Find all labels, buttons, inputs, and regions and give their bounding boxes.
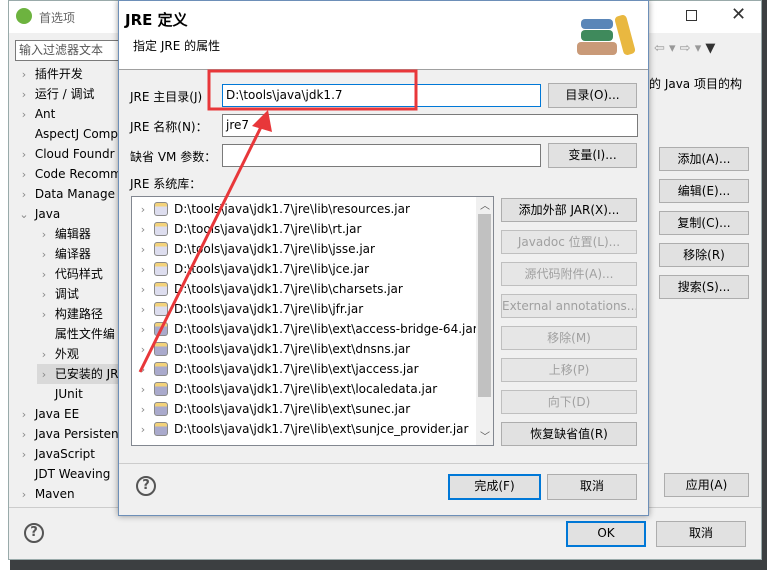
annotation-overlay: [138, 69, 418, 373]
annotation-highlight-box: [207, 69, 418, 111]
annotation-arrowhead: [252, 110, 272, 132]
annotation-arrow-line: [138, 124, 264, 373]
